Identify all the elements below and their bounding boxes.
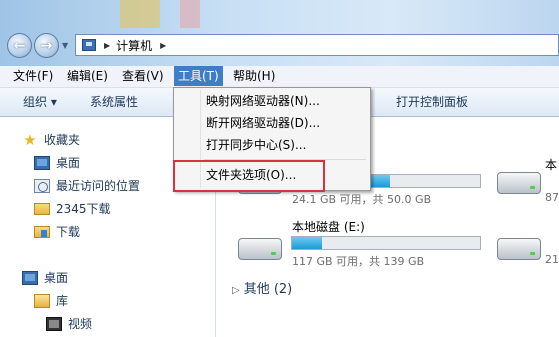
sidebar-item-label: 2345下载 [56, 202, 111, 216]
chevron-right-icon: ▷ [232, 285, 240, 296]
background-decoration [120, 0, 160, 28]
menu-item-map-network-drive[interactable]: 映射网络驱动器(N)... [206, 90, 320, 112]
desktop-icon [34, 156, 50, 170]
forward-arrow-icon: → [40, 37, 53, 54]
menu-file[interactable]: 文件(F) [9, 66, 57, 86]
hard-drive-icon [497, 172, 541, 194]
breadcrumb-computer[interactable]: 计算机 [116, 37, 152, 54]
sidebar-item-label: 桌面 [44, 271, 69, 285]
drive-usage-bar [291, 236, 481, 250]
recent-places-icon [34, 179, 50, 193]
menu-edit[interactable]: 编辑(E) [63, 66, 112, 86]
library-icon [34, 294, 50, 308]
sidebar-item-label: 视频 [68, 317, 93, 331]
drive-usage-fill [292, 237, 323, 249]
menu-bar: 文件(F) 编辑(E) 查看(V) 工具(T) 帮助(H) [0, 66, 559, 88]
history-dropdown-icon[interactable]: ▼ [62, 41, 68, 50]
sidebar-item-label: 库 [56, 294, 69, 308]
drive-space-text: 21 [545, 253, 559, 266]
system-properties-button[interactable]: 系统属性 [90, 88, 138, 116]
drive-space-text: 24.1 GB 可用，共 50.0 GB [292, 193, 432, 206]
breadcrumb-chevron-icon[interactable]: ▶ [160, 41, 166, 50]
menu-item-open-sync-center[interactable]: 打开同步中心(S)... [206, 134, 306, 156]
open-control-panel-button[interactable]: 打开控制面板 [396, 88, 468, 116]
forward-button[interactable]: → [34, 33, 59, 58]
folder-icon [34, 203, 50, 215]
sidebar-item-favorites[interactable]: ★ 收藏夹 [22, 129, 80, 151]
drive-space-text: 117 GB 可用，共 139 GB [292, 255, 425, 268]
hard-drive-icon [497, 238, 541, 260]
sidebar-item-downloads[interactable]: 下载 [34, 221, 80, 243]
sidebar-item-desktop[interactable]: 桌面 [34, 152, 80, 174]
breadcrumb-chevron-icon[interactable]: ▶ [104, 41, 110, 50]
menu-help[interactable]: 帮助(H) [229, 66, 279, 86]
sidebar-item-videos[interactable]: 视频 [46, 313, 92, 335]
sidebar-item-2345-downloads[interactable]: 2345下载 [34, 198, 111, 220]
computer-icon [82, 39, 96, 51]
sidebar-item-label: 下载 [56, 225, 81, 239]
drive-name: 本 [545, 158, 558, 172]
address-bar[interactable]: ▶ 计算机 ▶ [75, 34, 559, 56]
hard-drive-icon [238, 238, 282, 260]
drive-name: 本地磁盘 (E:) [292, 220, 365, 234]
downloads-folder-icon [34, 226, 50, 238]
sidebar-item-library[interactable]: 库 [34, 290, 68, 312]
desktop-icon [22, 271, 38, 285]
sidebar-item-recent[interactable]: 最近访问的位置 [34, 175, 140, 197]
organize-button[interactable]: 组织 ▾ [23, 88, 57, 116]
window-titlebar [0, 0, 559, 66]
star-icon: ★ [23, 131, 37, 149]
background-decoration [180, 0, 200, 28]
sidebar-item-label: 最近访问的位置 [56, 179, 141, 193]
menu-tools[interactable]: 工具(T) [174, 66, 223, 86]
sidebar-item-label: 收藏夹 [44, 133, 81, 147]
section-other-label: 其他 (2) [243, 282, 293, 297]
drive-space-text: 87 [545, 191, 559, 204]
sidebar-item-desktop-root[interactable]: 桌面 [22, 267, 68, 289]
menu-item-disconnect-network-drive[interactable]: 断开网络驱动器(D)... [206, 112, 320, 134]
back-arrow-icon: ← [13, 37, 26, 54]
annotation-highlight [173, 160, 325, 192]
sidebar-item-label: 桌面 [56, 156, 81, 170]
section-other-header[interactable]: ▷ 其他 (2) [232, 278, 292, 297]
menu-view[interactable]: 查看(V) [118, 66, 168, 86]
video-icon [46, 317, 62, 331]
back-button[interactable]: ← [7, 33, 32, 58]
